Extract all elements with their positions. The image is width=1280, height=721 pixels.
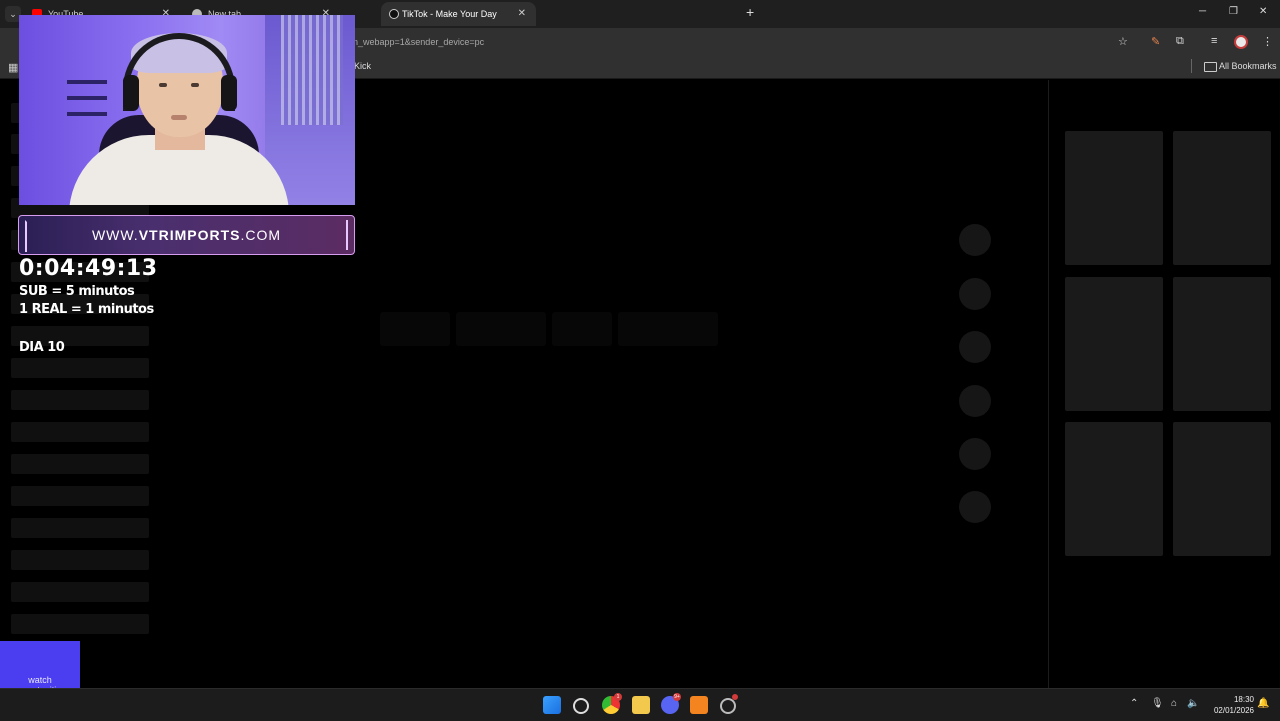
url-text: n_webapp=1&sender_device=pc xyxy=(353,37,485,47)
minimize-icon[interactable]: ─ xyxy=(1199,6,1206,17)
discord-badge: 9+ xyxy=(673,693,681,701)
tiktok-icon xyxy=(389,9,399,19)
address-bar[interactable]: n_webapp=1&sender_device=pc xyxy=(345,31,1135,53)
video-thumbnail[interactable] xyxy=(1173,422,1271,556)
window-blinds xyxy=(281,15,343,125)
file-explorer-icon[interactable] xyxy=(632,696,650,714)
app-icon[interactable] xyxy=(720,698,736,714)
restore-icon[interactable]: ❐ xyxy=(1229,6,1238,17)
subathon-timer: 0:04:49:13 xyxy=(19,256,158,281)
chrome-badge: 1 xyxy=(614,693,622,701)
skeleton-row xyxy=(11,518,149,538)
system-clock[interactable]: 18:30 02/01/2026 xyxy=(1206,694,1254,716)
skeleton-row xyxy=(11,422,149,442)
video-thumbnail[interactable] xyxy=(1173,131,1271,265)
real-rate-text: 1 REAL = 1 minutos xyxy=(19,302,154,317)
panel-divider xyxy=(1048,80,1049,688)
notification-bell-icon[interactable]: 🔔 xyxy=(1257,698,1269,709)
windows-start-icon[interactable] xyxy=(543,696,561,714)
video-thumbnail[interactable] xyxy=(1173,277,1271,411)
video-thumbnail[interactable] xyxy=(1065,277,1163,411)
skeleton-row xyxy=(11,582,149,602)
skeleton-row xyxy=(11,454,149,474)
save-button[interactable] xyxy=(959,331,991,363)
bookmark-star-icon[interactable]: ☆ xyxy=(1118,35,1128,48)
media-control-icon[interactable]: ≡ xyxy=(1211,35,1217,47)
skeleton-row xyxy=(11,390,149,410)
clock-time: 18:30 xyxy=(1233,695,1254,704)
extensions-puzzle-icon[interactable]: ⧉ xyxy=(1176,35,1184,48)
bookmarks-separator xyxy=(1191,59,1192,73)
microphone-icon[interactable]: 🎙 xyxy=(1151,698,1164,709)
sponsor-url: WWW.VTRIMPORTS.COM xyxy=(91,227,282,243)
sound-button[interactable] xyxy=(959,491,991,523)
volume-icon[interactable]: 🔈 xyxy=(1187,698,1199,709)
all-bookmarks-button[interactable]: All Bookmarks xyxy=(1219,61,1277,71)
video-thumbnail[interactable] xyxy=(1065,131,1163,265)
share-button[interactable] xyxy=(959,385,991,417)
tab-label: TikTok - Make Your Day xyxy=(402,9,497,19)
day-counter-text: DIA 10 xyxy=(19,340,65,355)
profile-avatar[interactable] xyxy=(1234,35,1248,49)
notification-dot xyxy=(732,694,738,700)
sponsor-banner: WWW.VTRIMPORTS.COM xyxy=(18,215,355,255)
close-tab-icon[interactable]: ✕ xyxy=(518,2,526,26)
fomo-line-1: watch xyxy=(28,675,52,685)
comment-button[interactable] xyxy=(959,278,991,310)
wall-shelf xyxy=(67,70,113,122)
skeleton-row xyxy=(11,486,149,506)
clock-date: 02/01/2026 xyxy=(1213,706,1254,715)
tab-tiktok[interactable]: TikTok - Make Your Day ✕ xyxy=(381,2,536,26)
network-icon[interactable]: ⌂ xyxy=(1171,698,1177,709)
bookmark-kick[interactable]: Kick xyxy=(354,61,371,71)
vlc-icon[interactable] xyxy=(690,696,708,714)
more-button[interactable] xyxy=(959,438,991,470)
extension-pen-icon[interactable]: ✎ xyxy=(1151,35,1160,48)
close-window-icon[interactable]: ✕ xyxy=(1259,6,1267,17)
windows-taskbar: 1 9+ ⌃ 🎙 ⌂ 🔈 18:30 02/01/2026 🔔 xyxy=(0,688,1280,721)
video-thumbnail[interactable] xyxy=(1065,422,1163,556)
new-tab-plus-icon[interactable]: + xyxy=(746,4,754,20)
chevron-up-icon[interactable]: ⌃ xyxy=(1130,698,1138,709)
webcam-overlay xyxy=(19,15,355,205)
skeleton-row xyxy=(11,550,149,570)
skeleton-row xyxy=(11,358,149,378)
folder-icon xyxy=(1204,62,1217,72)
sub-rate-text: SUB = 5 minutos xyxy=(19,284,135,299)
like-button[interactable] xyxy=(959,224,991,256)
browser-menu-icon[interactable]: ⋮ xyxy=(1262,35,1273,48)
apps-grid-icon[interactable]: ▦ xyxy=(8,61,18,74)
search-icon[interactable] xyxy=(573,698,589,714)
faded-title-placeholder xyxy=(380,312,740,350)
skeleton-row xyxy=(11,614,149,634)
